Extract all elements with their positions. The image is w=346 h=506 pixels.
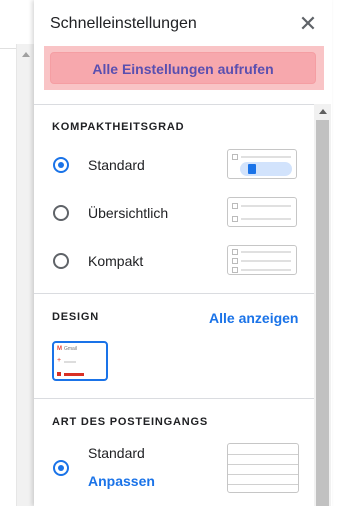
scrollbar-thumb[interactable] xyxy=(316,120,329,506)
density-preview-compact[interactable] xyxy=(227,245,297,275)
theme-thumb-text: Gmail xyxy=(64,346,78,352)
radio-icon[interactable] xyxy=(53,157,69,173)
inbox-icon xyxy=(57,372,61,376)
panel-scrollbar[interactable] xyxy=(314,104,331,506)
thumb-line xyxy=(64,361,76,363)
gmail-logo-icon: M xyxy=(57,346,62,352)
density-preview-standard[interactable] xyxy=(227,149,297,179)
thumb-selected-row xyxy=(64,373,84,376)
scroll-up-icon[interactable] xyxy=(319,109,327,114)
inbox-type-preview[interactable] xyxy=(227,443,299,493)
density-label-compact: Kompakt xyxy=(88,253,144,269)
inbox-type-heading: ART DES POSTEINGANGS xyxy=(52,416,208,428)
section-divider xyxy=(34,104,314,105)
background-scrollbar[interactable] xyxy=(16,44,34,506)
background-divider xyxy=(0,48,16,49)
density-label-standard: Standard xyxy=(88,157,145,173)
theme-heading: DESIGN xyxy=(52,311,99,323)
document-icon xyxy=(248,164,256,174)
all-settings-button[interactable]: Alle Einstellungen aufrufen xyxy=(50,52,316,84)
compose-icon: + xyxy=(57,357,62,364)
section-divider xyxy=(34,398,314,399)
section-divider xyxy=(34,293,314,294)
all-settings-highlight: Alle Einstellungen aufrufen xyxy=(44,46,324,90)
density-preview-comfortable[interactable] xyxy=(227,197,297,227)
inbox-type-label-standard: Standard xyxy=(88,445,145,461)
theme-thumbnail[interactable]: M Gmail + xyxy=(52,341,108,381)
density-heading: KOMPAKTHEITSGRAD xyxy=(52,121,185,133)
scroll-up-icon[interactable] xyxy=(22,52,30,57)
panel-title: Schnelleinstellungen xyxy=(50,15,197,32)
radio-icon[interactable] xyxy=(53,460,69,476)
density-label-comfortable: Übersichtlich xyxy=(88,205,169,221)
radio-icon[interactable] xyxy=(53,205,69,221)
quick-settings-panel: Schnelleinstellungen ✕ Alle Einstellunge… xyxy=(34,0,332,506)
customize-link[interactable]: Anpassen xyxy=(88,473,155,489)
close-icon[interactable]: ✕ xyxy=(298,13,318,35)
radio-icon[interactable] xyxy=(53,253,69,269)
background-page xyxy=(0,0,34,506)
show-all-themes-link[interactable]: Alle anzeigen xyxy=(209,310,298,326)
